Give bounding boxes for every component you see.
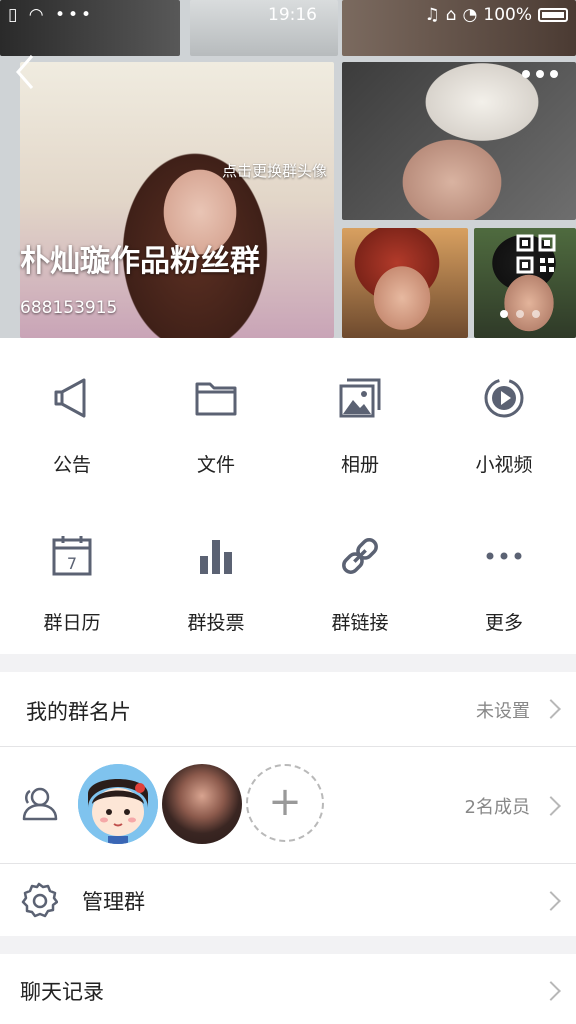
feature-label: 群链接 [331, 612, 389, 634]
back-arrow-icon[interactable] [12, 52, 42, 92]
group-avatar-photo[interactable] [20, 62, 334, 338]
member-count: 2名成员 [464, 797, 530, 818]
feature-more[interactable]: 更多 [432, 496, 576, 654]
group-header[interactable]: ▯ ◠ ••• 19:16 ♫ ⌂ ◔ 100% 点击更换群头像 朴灿璇作品粉丝… [0, 0, 576, 338]
header-photo [342, 228, 468, 338]
gear-icon [21, 882, 58, 918]
page-dot [516, 310, 524, 318]
battery-percent: 100% [483, 5, 532, 25]
status-time: 19:16 [268, 5, 317, 25]
feature-label: 相册 [340, 454, 379, 476]
feature-announcement[interactable]: 公告 [0, 338, 144, 496]
chevron-right-icon [541, 891, 561, 911]
feature-label: 小视频 [475, 454, 533, 476]
page-dot [500, 310, 508, 318]
my-card-row[interactable]: 我的群名片 未设置 [0, 672, 576, 746]
feature-link[interactable]: 群链接 [288, 496, 432, 654]
status-bar: ▯ ◠ ••• 19:16 ♫ ⌂ ◔ 100% [0, 0, 576, 30]
headphone-icon: ♫ [424, 5, 440, 25]
battery-icon [538, 8, 568, 22]
feature-label: 文件 [196, 454, 235, 476]
megaphone-icon [54, 378, 86, 418]
my-card-label: 我的群名片 [26, 700, 131, 724]
calendar-day: 7 [67, 554, 77, 573]
member-avatar[interactable] [78, 764, 158, 844]
group-id: 688153915 [20, 298, 118, 318]
feature-label: 公告 [52, 454, 91, 476]
status-left-icons: ▯ ◠ ••• [8, 5, 95, 25]
feature-label: 群投票 [187, 612, 245, 634]
alarm-icon: ◔ [462, 5, 478, 25]
feature-short-video[interactable]: 小视频 [432, 338, 576, 496]
manage-group-label: 管理群 [82, 890, 145, 914]
member-avatar[interactable] [162, 764, 242, 844]
group-name: 朴灿璇作品粉丝群 [20, 244, 260, 279]
page-indicator [500, 310, 540, 318]
chat-history-row[interactable]: 聊天记录 [0, 954, 576, 1024]
page-dot [532, 310, 540, 318]
chevron-right-icon [541, 699, 561, 719]
manage-group-row[interactable]: 管理群 [0, 864, 576, 936]
feature-album[interactable]: 相册 [288, 338, 432, 496]
folder-icon [195, 382, 237, 416]
add-member-button[interactable]: + [246, 764, 324, 842]
bar-chart-icon [200, 540, 232, 574]
feature-vote[interactable]: 群投票 [144, 496, 288, 654]
change-avatar-hint[interactable]: 点击更换群头像 [222, 160, 327, 181]
calendar-icon: 7 [52, 536, 92, 576]
qr-code-icon[interactable] [516, 234, 556, 274]
my-card-value: 未设置 [476, 701, 530, 722]
link-icon [342, 538, 378, 574]
video-icon [484, 378, 524, 418]
mute-icon: ⌂ [445, 5, 457, 25]
feature-files[interactable]: 文件 [144, 338, 288, 496]
feature-calendar[interactable]: 7 群日历 [0, 496, 144, 654]
chat-history-label: 聊天记录 [20, 980, 104, 1004]
more-dots-icon[interactable] [520, 58, 560, 88]
chevron-right-icon [541, 981, 561, 1001]
more-dots-icon [486, 552, 522, 560]
chevron-right-icon [541, 796, 561, 816]
feature-grid: 公告 文件 相册 小视频 7 群日历 群投票 群链接 更多 [0, 338, 576, 654]
members-icon [22, 787, 58, 821]
feature-label: 群日历 [43, 612, 101, 634]
feature-label: 更多 [484, 612, 523, 634]
album-icon [339, 378, 381, 418]
status-right: ♫ ⌂ ◔ 100% [424, 5, 568, 25]
